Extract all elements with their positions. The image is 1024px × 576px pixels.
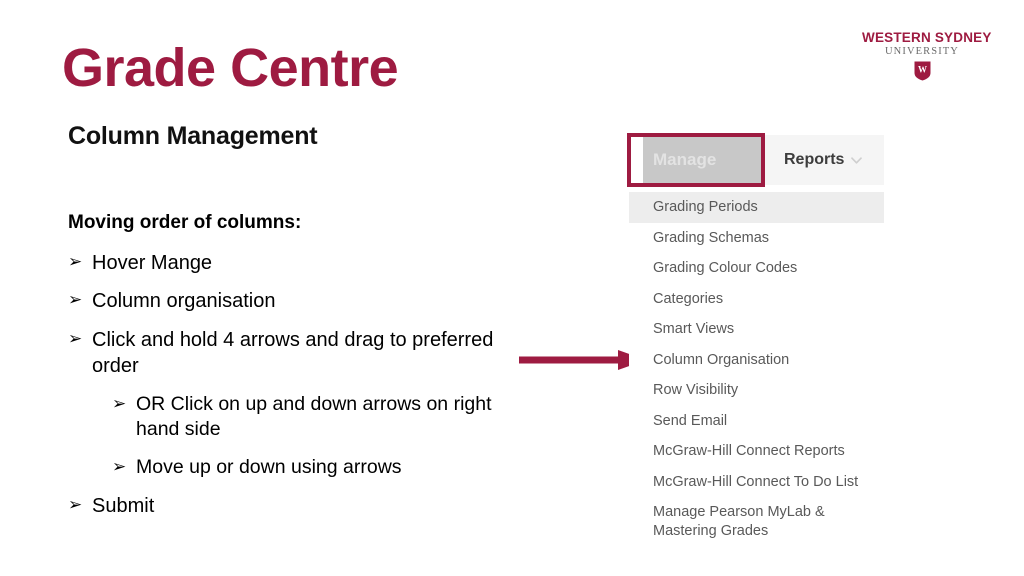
shield-icon: W <box>914 61 930 81</box>
list-item-label: Hover Mange <box>92 252 213 274</box>
logo-wordmark-primary: WESTERN SYDNEY <box>862 30 992 45</box>
tab-reports-label: Reports <box>784 151 845 168</box>
menu-item-grading-periods[interactable]: Grading Periods <box>629 192 884 223</box>
menu-item-categories[interactable]: Categories <box>629 284 884 315</box>
logo-wordmark-secondary: UNIVERSITY <box>885 45 959 57</box>
tab-manage[interactable]: Manage <box>629 135 764 185</box>
menu-item-manage-pearson-mylab[interactable]: Manage Pearson MyLab & Mastering Grades <box>629 497 884 546</box>
arrow-bullet-icon: ➢ <box>112 457 127 477</box>
tab-reports[interactable]: Reports <box>764 135 884 185</box>
manage-reports-tabbar: Manage Reports <box>629 135 884 185</box>
manage-dropdown-menu: Grading Periods Grading Schemas Grading … <box>629 185 884 547</box>
list-item: ➢ Column organisation <box>68 288 538 314</box>
list-item: ➢ OR Click on up and down arrows on righ… <box>112 392 538 443</box>
list-item: ➢ Click and hold 4 arrows and drag to pr… <box>68 327 538 380</box>
list-item: ➢ Submit <box>68 493 538 519</box>
manage-highlight-inner-gap <box>631 137 643 183</box>
instructions-list: Moving order of columns: ➢ Hover Mange ➢… <box>68 212 538 531</box>
grade-centre-ui-capture: Manage Reports Grading Periods Grading S… <box>629 135 884 547</box>
svg-text:W: W <box>918 65 927 75</box>
arrow-bullet-icon: ➢ <box>68 494 83 514</box>
arrow-bullet-icon: ➢ <box>68 328 83 348</box>
menu-item-send-email[interactable]: Send Email <box>629 406 884 437</box>
instructions-heading: Moving order of columns: <box>68 212 302 233</box>
menu-item-smart-views[interactable]: Smart Views <box>629 314 884 345</box>
menu-item-mcgraw-hill-connect-reports[interactable]: McGraw-Hill Connect Reports <box>629 436 884 467</box>
list-item-label: Move up or down using arrows <box>136 456 402 479</box>
menu-item-grading-schemas[interactable]: Grading Schemas <box>629 223 884 254</box>
menu-item-mcgraw-hill-connect-to-do-list[interactable]: McGraw-Hill Connect To Do List <box>629 467 884 498</box>
menu-item-grading-colour-codes[interactable]: Grading Colour Codes <box>629 253 884 284</box>
list-item-label: OR Click on up and down arrows on right … <box>136 392 492 441</box>
arrow-bullet-icon: ➢ <box>68 290 83 310</box>
university-logo: WESTERN SYDNEY UNIVERSITY W <box>862 30 992 85</box>
page-title: Grade Centre <box>62 38 399 98</box>
menu-item-row-visibility[interactable]: Row Visibility <box>629 375 884 406</box>
list-item-label: Click and hold 4 arrows and drag to pref… <box>92 328 494 378</box>
tab-manage-label: Manage <box>653 150 717 169</box>
list-item: ➢ Hover Mange <box>68 250 538 276</box>
chevron-down-icon <box>851 156 863 164</box>
list-item-label: Column organisation <box>92 290 276 313</box>
menu-item-column-organisation[interactable]: Column Organisation <box>629 345 884 376</box>
page-subtitle: Column Management <box>68 122 318 150</box>
arrow-bullet-icon: ➢ <box>112 393 127 413</box>
list-item: ➢ Move up or down using arrows <box>112 455 538 481</box>
annotation-arrow-icon <box>519 350 646 370</box>
list-item-label: Submit <box>92 494 155 517</box>
arrow-bullet-icon: ➢ <box>68 252 83 271</box>
